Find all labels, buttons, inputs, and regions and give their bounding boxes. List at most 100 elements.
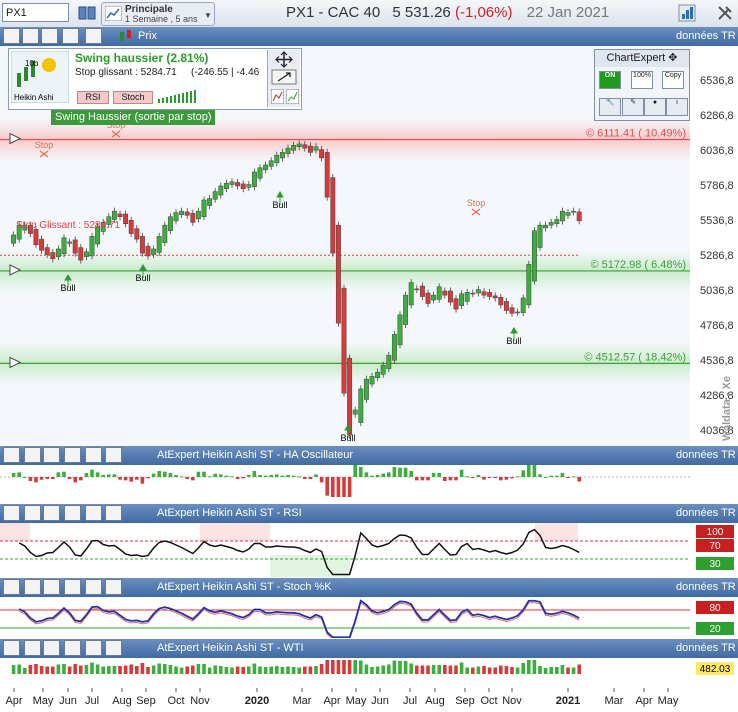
candle[interactable] — [218, 185, 224, 196]
candle[interactable] — [296, 143, 302, 148]
candle[interactable] — [39, 238, 45, 251]
candle[interactable] — [313, 146, 319, 151]
candle[interactable] — [89, 236, 95, 257]
wave-icon[interactable] — [24, 447, 41, 463]
chartexpert-on-button[interactable]: ON — [599, 71, 621, 89]
wave-icon[interactable] — [24, 505, 41, 521]
ap-icon[interactable] — [64, 505, 81, 521]
candle[interactable] — [330, 177, 336, 254]
candle[interactable] — [531, 230, 537, 282]
tools-icon[interactable] — [716, 4, 734, 22]
move-icon[interactable]: ✥ — [668, 52, 677, 64]
pencil-icon[interactable]: ✎ — [622, 98, 644, 116]
candle[interactable] — [246, 184, 252, 188]
candle[interactable] — [67, 241, 73, 244]
palette-icon[interactable]: ● — [644, 98, 666, 116]
candle[interactable] — [319, 149, 325, 159]
candle[interactable] — [453, 298, 459, 310]
wrench-icon[interactable]: 🔧 — [599, 98, 621, 116]
candle[interactable] — [291, 145, 297, 151]
candle[interactable] — [375, 371, 381, 379]
candle[interactable] — [559, 210, 565, 222]
candle[interactable] — [369, 376, 375, 385]
candle[interactable] — [307, 145, 313, 153]
candle[interactable] — [123, 213, 129, 225]
candle[interactable] — [229, 181, 235, 185]
candle[interactable] — [543, 224, 549, 229]
tool-icon[interactable] — [3, 447, 20, 463]
close-icon[interactable] — [105, 447, 122, 463]
tool-icon[interactable] — [3, 28, 20, 44]
move-icon[interactable] — [273, 51, 295, 68]
close-icon[interactable] — [105, 579, 122, 595]
candle[interactable] — [83, 251, 89, 257]
window-icon[interactable] — [85, 447, 102, 463]
window-icon[interactable] — [85, 28, 102, 44]
ap-icon[interactable] — [64, 447, 81, 463]
ha-oscillator-chart[interactable] — [0, 461, 738, 503]
candle[interactable] — [498, 297, 504, 306]
candle[interactable] — [190, 213, 196, 223]
candle[interactable] — [201, 199, 207, 218]
candle[interactable] — [335, 224, 341, 324]
candle[interactable] — [134, 228, 140, 240]
tool-icon[interactable] — [3, 505, 20, 521]
pattern-icon[interactable] — [43, 447, 60, 463]
candle[interactable] — [162, 224, 168, 243]
pattern-icon[interactable] — [41, 28, 58, 44]
candle[interactable] — [481, 291, 487, 296]
window-icon[interactable] — [85, 505, 102, 521]
candle[interactable] — [145, 245, 151, 257]
candle[interactable] — [509, 307, 515, 314]
candle[interactable] — [436, 286, 442, 300]
book-icon[interactable] — [78, 5, 96, 21]
tool-icon[interactable] — [3, 579, 20, 595]
chartexpert-100-button[interactable]: 100% — [631, 71, 653, 89]
candle[interactable] — [212, 191, 218, 200]
candle[interactable] — [464, 292, 470, 302]
ap-icon[interactable] — [64, 640, 81, 656]
candle[interactable] — [503, 301, 509, 311]
candle[interactable] — [44, 247, 50, 255]
candle[interactable] — [324, 152, 330, 198]
candle[interactable] — [235, 182, 241, 187]
candle[interactable] — [391, 334, 397, 361]
candle[interactable] — [352, 409, 358, 415]
candle[interactable] — [475, 289, 481, 294]
refresh-icon[interactable] — [678, 4, 696, 22]
candle[interactable] — [347, 357, 353, 436]
window-icon[interactable] — [85, 579, 102, 595]
info-icon[interactable]: i — [666, 98, 688, 116]
candle[interactable] — [403, 294, 409, 325]
symbol-input[interactable]: PX1 — [2, 3, 69, 22]
candle[interactable] — [515, 311, 521, 314]
candle[interactable] — [414, 288, 420, 291]
candle[interactable] — [156, 236, 162, 253]
candle[interactable] — [431, 294, 437, 301]
candle[interactable] — [179, 210, 185, 215]
candle[interactable] — [263, 164, 269, 171]
rsi-chart[interactable]: 100 70 30 — [0, 523, 738, 577]
wave-icon[interactable] — [22, 28, 39, 44]
pattern-icon[interactable] — [43, 579, 60, 595]
candle[interactable] — [268, 160, 274, 167]
candle[interactable] — [11, 234, 17, 244]
stoch-button[interactable]: Stoch — [113, 91, 153, 104]
chartexpert-copy-button[interactable]: Copy — [662, 71, 684, 89]
candle[interactable] — [442, 290, 448, 296]
candle[interactable] — [257, 167, 263, 179]
ap-icon[interactable] — [64, 579, 81, 595]
candle[interactable] — [492, 295, 498, 299]
candle[interactable] — [33, 229, 39, 246]
candle[interactable] — [397, 314, 403, 346]
candle[interactable] — [571, 210, 577, 213]
candle[interactable] — [363, 378, 369, 400]
rsi-button[interactable]: RSI — [77, 91, 109, 104]
candle[interactable] — [61, 237, 67, 255]
candle[interactable] — [285, 147, 291, 155]
candle[interactable] — [548, 222, 554, 226]
candle[interactable] — [173, 212, 179, 222]
candle[interactable] — [380, 364, 386, 375]
candle[interactable] — [302, 144, 308, 149]
pattern-icon[interactable] — [43, 640, 60, 656]
